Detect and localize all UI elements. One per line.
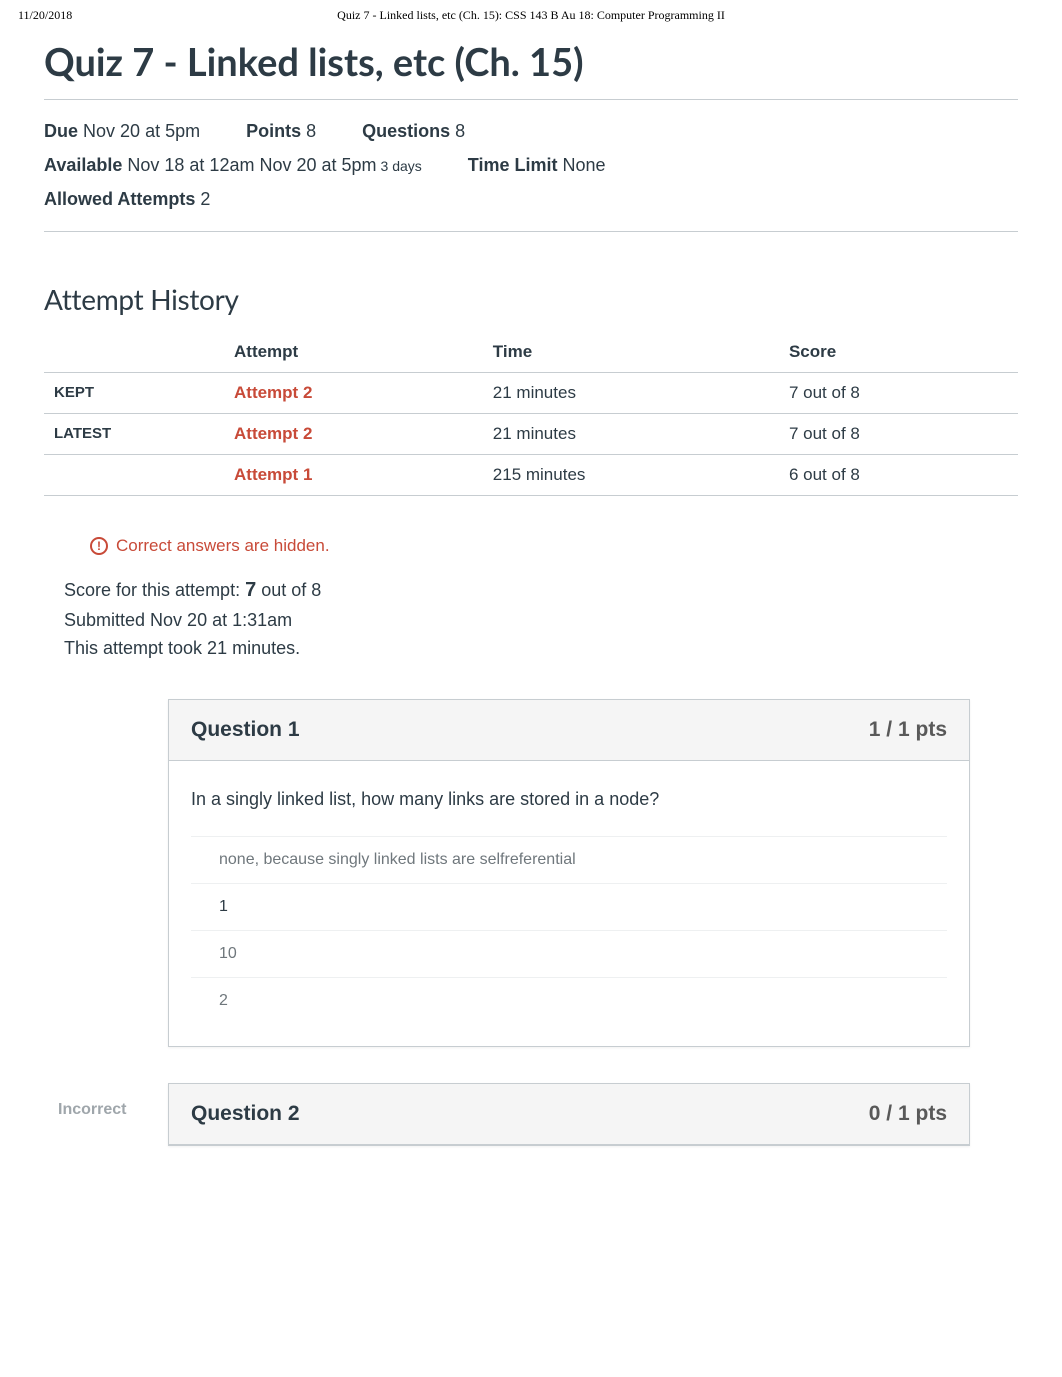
question-side-label: Incorrect <box>44 1083 168 1146</box>
answer-option: 1 <box>191 883 947 930</box>
table-row: KEPT Attempt 2 21 minutes7 out of 8 <box>44 372 1018 413</box>
attempt-time: 215 minutes <box>483 454 779 495</box>
question-points: 1 / 1 pts <box>869 718 947 742</box>
col-score: Score <box>779 332 1018 373</box>
print-header: 11/20/2018 Quiz 7 - Linked lists, etc (C… <box>0 0 1062 29</box>
available-value: Nov 18 at 12am Nov 20 at 5pm <box>127 155 376 175</box>
col-attempt: Attempt <box>224 332 483 373</box>
attempt-link[interactable]: Attempt 1 <box>234 465 312 484</box>
attempts-label: Allowed Attempts <box>44 189 195 209</box>
attempt-duration: This attempt took 21 minutes. <box>64 634 1018 663</box>
available-label: Available <box>44 155 122 175</box>
questions-value: 8 <box>455 121 465 141</box>
quiz-meta: Due Nov 20 at 5pm Points 8 Questions 8 A… <box>44 99 1018 232</box>
attempt-tag <box>44 454 224 495</box>
print-date: 11/20/2018 <box>18 8 138 23</box>
page-title: Quiz 7 - Linked lists, etc (Ch. 15) <box>44 39 1018 85</box>
question-wrap: Incorrect Question 2 0 / 1 pts <box>44 1083 1018 1146</box>
print-title: Quiz 7 - Linked lists, etc (Ch. 15): CSS… <box>138 8 924 23</box>
question-title: Question 2 <box>191 1102 300 1126</box>
timelimit-label: Time Limit <box>468 155 558 175</box>
question-side-label <box>44 699 168 1047</box>
attempt-score: 7 out of 8 <box>779 372 1018 413</box>
question-box: Question 1 1 / 1 pts In a singly linked li… <box>168 699 970 1047</box>
score-summary: Score for this attempt: 7 out of 8 Submi… <box>64 574 1018 664</box>
due-label: Due <box>44 121 78 141</box>
attempts-value: 2 <box>200 189 210 209</box>
answer-option: 2 <box>191 977 947 1024</box>
score-value: 7 <box>245 579 256 601</box>
question-prompt: In a singly linked list, how many links … <box>191 789 947 810</box>
submitted-time: Submitted Nov 20 at 1:31am <box>64 606 1018 635</box>
points-label: Points <box>246 121 301 141</box>
attempt-score: 6 out of 8 <box>779 454 1018 495</box>
attempt-time: 21 minutes <box>483 372 779 413</box>
question-title: Question 1 <box>191 718 300 742</box>
attempt-tag: KEPT <box>44 372 224 413</box>
attempt-tag: LATEST <box>44 413 224 454</box>
col-time: Time <box>483 332 779 373</box>
timelimit-value: None <box>562 155 605 175</box>
question-wrap: Question 1 1 / 1 pts In a singly linked li… <box>44 699 1018 1047</box>
attempt-link[interactable]: Attempt 2 <box>234 383 312 402</box>
points-value: 8 <box>306 121 316 141</box>
question-body: In a singly linked list, how many links … <box>169 761 969 1046</box>
answer-option: none, because singly linked lists are se… <box>191 836 947 883</box>
due-value: Nov 20 at 5pm <box>83 121 200 141</box>
warning-icon: ! <box>90 537 108 555</box>
attempt-history-table: Attempt Time Score KEPT Attempt 2 21 minut… <box>44 332 1018 496</box>
table-row: Attempt 1 215 minutes6 out of 8 <box>44 454 1018 495</box>
table-row: LATEST Attempt 2 21 minutes7 out of 8 <box>44 413 1018 454</box>
attempt-history-heading: Attempt History <box>44 282 1018 316</box>
question-points: 0 / 1 pts <box>869 1102 947 1126</box>
answer-option: 10 <box>191 930 947 977</box>
available-sub: 3 days <box>381 158 422 174</box>
attempt-time: 21 minutes <box>483 413 779 454</box>
attempt-link[interactable]: Attempt 2 <box>234 424 312 443</box>
attempt-score: 7 out of 8 <box>779 413 1018 454</box>
correct-answers-hidden: ! Correct answers are hidden. <box>90 536 1018 556</box>
questions-label: Questions <box>362 121 450 141</box>
question-box: Question 2 0 / 1 pts <box>168 1083 970 1146</box>
